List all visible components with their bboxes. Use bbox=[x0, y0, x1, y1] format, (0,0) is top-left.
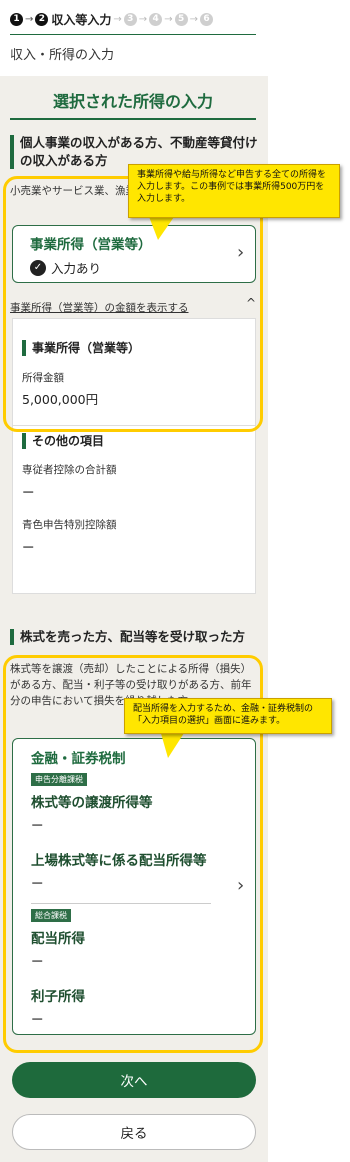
arrow-icon: → bbox=[138, 13, 148, 25]
item1-label: 専従者控除の合計額 bbox=[22, 464, 117, 476]
step-6-marker: 6 bbox=[199, 12, 213, 26]
stocks-section-heading: 株式を売った方、配当等を受け取った方 bbox=[10, 628, 260, 646]
other-items-box bbox=[12, 426, 256, 594]
step-2-marker: 2 bbox=[35, 12, 49, 26]
section-title: 選択された所得の入力 bbox=[10, 88, 256, 120]
arrow-icon: → bbox=[189, 13, 198, 25]
other-items-heading: その他の項目 bbox=[22, 433, 104, 449]
annotation-callout-1: 事業所得や給与所得など申告する全ての所得を入力します。この事例では事業所得500… bbox=[128, 164, 340, 218]
arrow-icon: → bbox=[164, 13, 173, 25]
current-step-label: 収入等入力 bbox=[51, 12, 112, 27]
step-5-marker: 5 bbox=[174, 12, 188, 26]
step-1-marker: 1 bbox=[10, 12, 23, 26]
arrow-icon: → bbox=[113, 13, 122, 25]
back-button[interactable]: 戻る bbox=[12, 1114, 256, 1150]
header-divider bbox=[10, 34, 256, 35]
annotation-callout-2: 配当所得を入力するため、金融・証券税制の「入力項目の選択」画面に進みます。 bbox=[124, 698, 332, 734]
item2-label: 青色申告特別控除額 bbox=[22, 519, 117, 531]
step-indicator: 1 → 2 収入等入力 → 3 → 4 → 5 → 6 bbox=[10, 8, 213, 30]
next-button[interactable]: 次へ bbox=[12, 1062, 256, 1098]
page-title: 収入・所得の入力 bbox=[10, 48, 115, 63]
step-3-marker: 3 bbox=[123, 12, 137, 26]
arrow-icon: → bbox=[25, 13, 34, 25]
step-4-marker: 4 bbox=[149, 12, 163, 26]
item1-value: ー bbox=[22, 485, 35, 500]
callout-pointer bbox=[160, 730, 186, 758]
item2-value: ー bbox=[22, 540, 35, 555]
